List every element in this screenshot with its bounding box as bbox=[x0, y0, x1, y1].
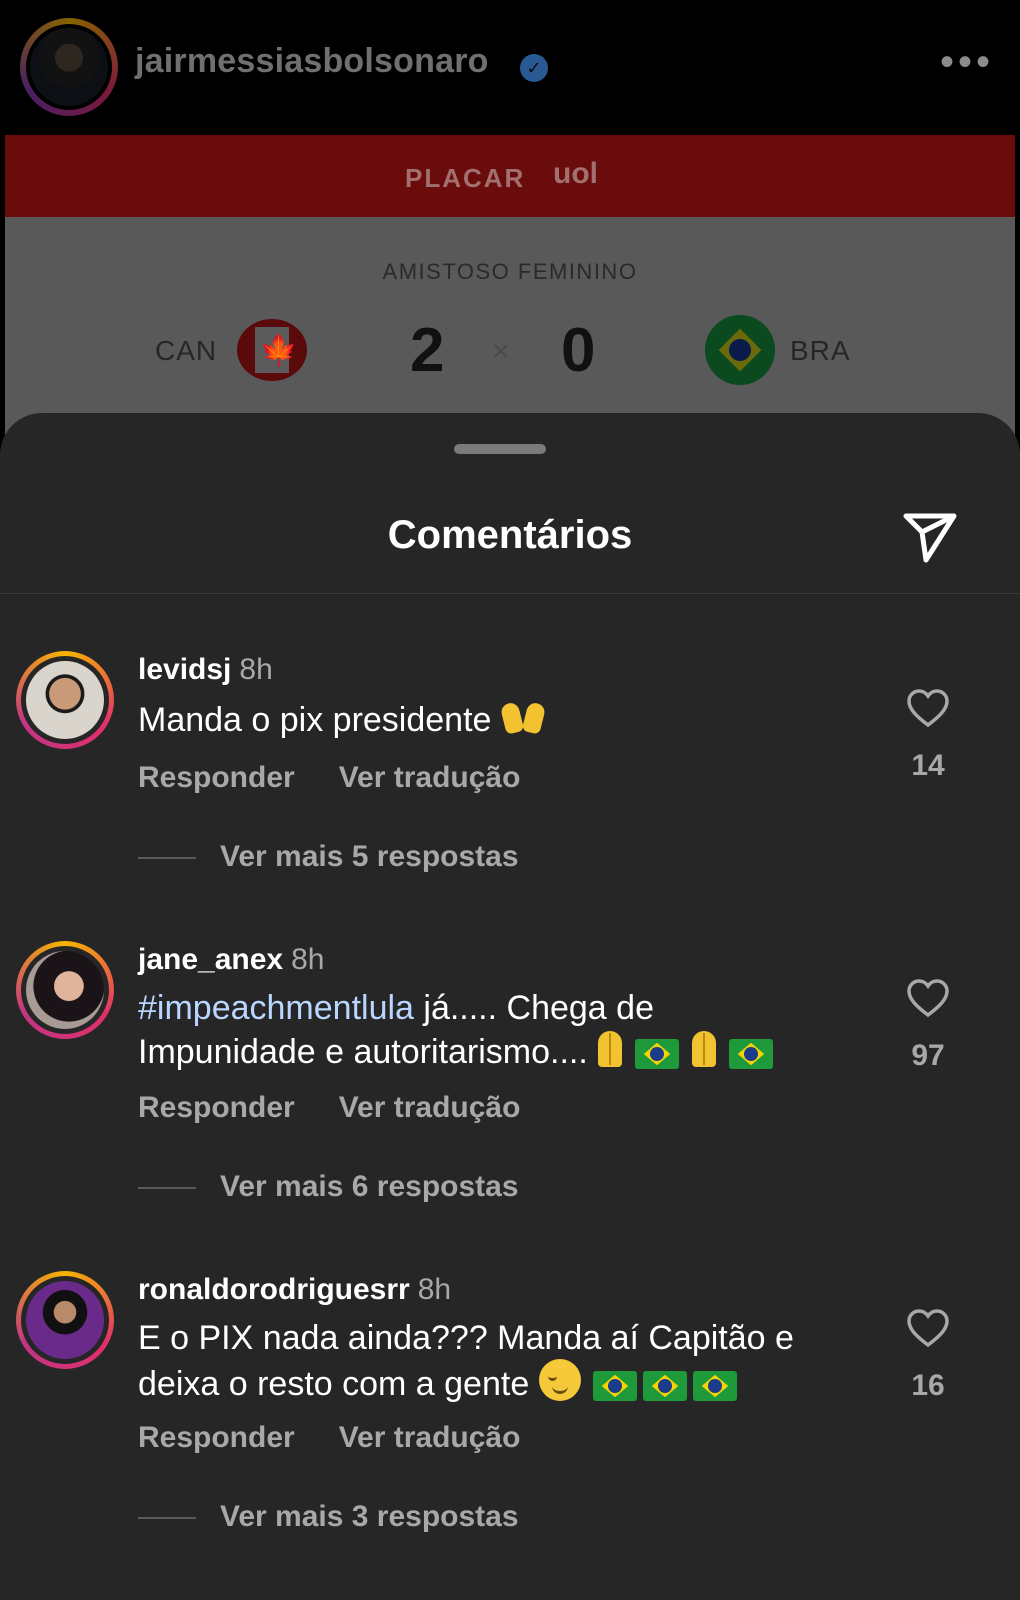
share-icon[interactable] bbox=[900, 506, 960, 566]
translate-button[interactable]: Ver tradução bbox=[339, 1091, 521, 1124]
sheet-divider bbox=[0, 593, 1020, 594]
like-count: 14 bbox=[911, 749, 945, 782]
event-label: AMISTOSO FEMININO bbox=[382, 259, 638, 284]
comment-text: #impeachmentlula já..... Chega de Impunid… bbox=[138, 987, 868, 1073]
comment-username[interactable]: ronaldorodriguesrr 8h bbox=[138, 1273, 451, 1307]
comment-text: E o PIX nada ainda??? Manda aí Capitão e… bbox=[138, 1319, 794, 1403]
praying-hands-emoji-icon bbox=[588, 1029, 632, 1069]
heart-icon[interactable] bbox=[906, 688, 950, 728]
author-avatar[interactable] bbox=[20, 18, 118, 116]
commenter-avatar[interactable] bbox=[16, 651, 114, 749]
comment-time: 8h bbox=[417, 1273, 452, 1306]
heart-icon[interactable] bbox=[906, 1308, 950, 1348]
score-separator: × bbox=[492, 335, 510, 368]
comment-actions: Responder Ver tradução bbox=[138, 1091, 520, 1125]
commenter-avatar[interactable] bbox=[16, 941, 114, 1039]
brazil-flag-emoji-icon bbox=[634, 1039, 679, 1069]
like-count: 16 bbox=[911, 1369, 945, 1402]
hashtag-link[interactable]: #impeachmentlula bbox=[138, 989, 414, 1027]
praying-hands-emoji-icon bbox=[682, 1029, 726, 1069]
relieved-face-emoji-icon bbox=[538, 1359, 581, 1401]
comments-sheet: Comentários levidsj 8h Manda o pix presid… bbox=[0, 413, 1020, 1600]
brazil-flag-emoji-icon bbox=[728, 1039, 773, 1069]
translate-button[interactable]: Ver tradução bbox=[339, 761, 521, 794]
translate-button[interactable]: Ver tradução bbox=[339, 1421, 521, 1454]
post-image[interactable]: PLACAR uol AMISTOSO FEMININO CAN 🍁 2 × 0… bbox=[5, 135, 1015, 435]
brazil-flag-emoji-icon bbox=[693, 1371, 738, 1401]
drag-handle[interactable] bbox=[454, 444, 546, 454]
maple-leaf-icon: 🍁 bbox=[260, 334, 298, 367]
home-score: 2 bbox=[410, 316, 445, 385]
comment-time: 8h bbox=[239, 653, 273, 686]
like-count: 97 bbox=[911, 1039, 945, 1072]
reply-button[interactable]: Responder bbox=[138, 1421, 295, 1454]
brand-logo: uol bbox=[553, 157, 598, 190]
comment-actions: Responder Ver tradução bbox=[138, 1421, 520, 1455]
view-replies-button[interactable]: Ver mais 5 respostas bbox=[138, 840, 519, 874]
comment-username[interactable]: levidsj 8h bbox=[138, 653, 273, 687]
away-team-label: BRA bbox=[790, 335, 851, 366]
banner-label: PLACAR bbox=[405, 163, 526, 193]
comment-time: 8h bbox=[291, 943, 325, 976]
view-replies-button[interactable]: Ver mais 3 respostas bbox=[138, 1500, 519, 1534]
brazil-flag-icon bbox=[705, 315, 775, 385]
brazil-flag-emoji-icon bbox=[593, 1371, 638, 1401]
reply-button[interactable]: Responder bbox=[138, 761, 295, 794]
reply-button[interactable]: Responder bbox=[138, 1091, 295, 1124]
sheet-title: Comentários bbox=[387, 513, 633, 557]
commenter-avatar[interactable] bbox=[16, 1271, 114, 1369]
brazil-flag-emoji-icon bbox=[643, 1371, 688, 1401]
heart-icon[interactable] bbox=[906, 978, 950, 1018]
comment-text: Manda o pix presidente bbox=[138, 697, 868, 741]
verified-badge-icon: ✓ bbox=[520, 54, 548, 82]
home-team-label: CAN bbox=[155, 335, 218, 366]
view-replies-button[interactable]: Ver mais 6 respostas bbox=[138, 1170, 519, 1204]
comment-username[interactable]: jane_anex 8h bbox=[138, 943, 324, 977]
away-score: 0 bbox=[561, 316, 596, 385]
comment-actions: Responder Ver tradução bbox=[138, 761, 520, 795]
raising-hands-emoji-icon bbox=[501, 697, 545, 737]
post-header: jairmessiasbolsonaro ✓ ••• bbox=[0, 0, 1020, 135]
more-options-icon[interactable]: ••• bbox=[940, 42, 994, 82]
author-username[interactable]: jairmessiasbolsonaro bbox=[135, 42, 489, 81]
